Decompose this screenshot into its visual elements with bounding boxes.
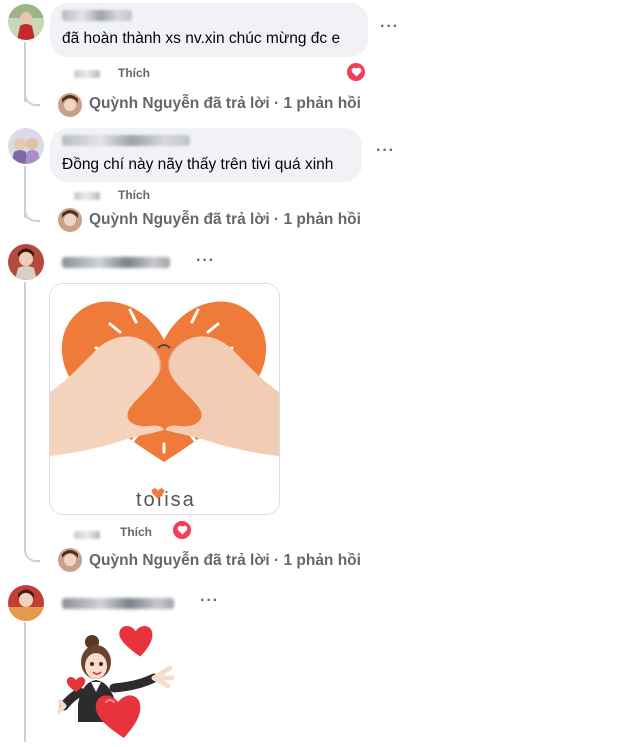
comment-time[interactable] <box>74 531 100 539</box>
commenter-avatar[interactable] <box>8 244 44 280</box>
like-button[interactable]: Thích <box>120 525 152 539</box>
commenter-avatar[interactable] <box>8 128 44 164</box>
thread-connector <box>24 206 40 222</box>
reply-author-avatar[interactable] <box>58 93 82 117</box>
comment-time[interactable] <box>74 70 100 78</box>
commenter-name[interactable] <box>62 10 132 21</box>
reply-author-avatar[interactable] <box>58 208 82 232</box>
view-replies-link[interactable]: Quỳnh Nguyễn đã trả lời · 1 phản hồi <box>89 552 361 570</box>
view-replies-link[interactable]: Quỳnh Nguyễn đã trả lời · 1 phản hồi <box>89 211 361 229</box>
heart-reaction-icon[interactable] <box>173 521 191 539</box>
view-replies-link[interactable]: Quỳnh Nguyễn đã trả lời · 1 phản hồi <box>89 95 361 113</box>
more-options-icon[interactable]: ··· <box>196 252 215 270</box>
comment-text: Đồng chí này nãy thấy trên tivi quá xinh <box>62 156 334 173</box>
comment-image[interactable]: tofisa <box>49 283 280 515</box>
like-button[interactable]: Thích <box>118 188 150 202</box>
thread-connector <box>24 546 40 562</box>
commenter-avatar[interactable] <box>8 585 44 621</box>
comment-time[interactable] <box>74 192 100 200</box>
brand-logo: tofisa <box>136 489 196 511</box>
more-options-icon[interactable]: ··· <box>200 592 219 610</box>
thread-line <box>24 622 26 742</box>
more-options-icon[interactable]: ··· <box>380 18 399 36</box>
thread-connector <box>24 90 40 106</box>
commenter-name[interactable] <box>62 598 174 609</box>
heart-reaction-icon[interactable] <box>347 63 365 81</box>
reply-author-avatar[interactable] <box>58 548 82 572</box>
commenter-name[interactable] <box>62 257 170 268</box>
commenter-name[interactable] <box>62 135 190 146</box>
more-options-icon[interactable]: ··· <box>376 142 395 160</box>
thread-line <box>24 282 26 550</box>
comment-bubble: đã hoàn thành xs nv.xin chúc mừng đc e <box>50 3 368 57</box>
commenter-avatar[interactable] <box>8 4 44 40</box>
like-button[interactable]: Thích <box>118 66 150 80</box>
comment-text: đã hoàn thành xs nv.xin chúc mừng đc e <box>62 30 341 47</box>
comment-bubble: Đồng chí này nãy thấy trên tivi quá xinh <box>50 128 362 182</box>
sticker[interactable] <box>55 622 182 742</box>
